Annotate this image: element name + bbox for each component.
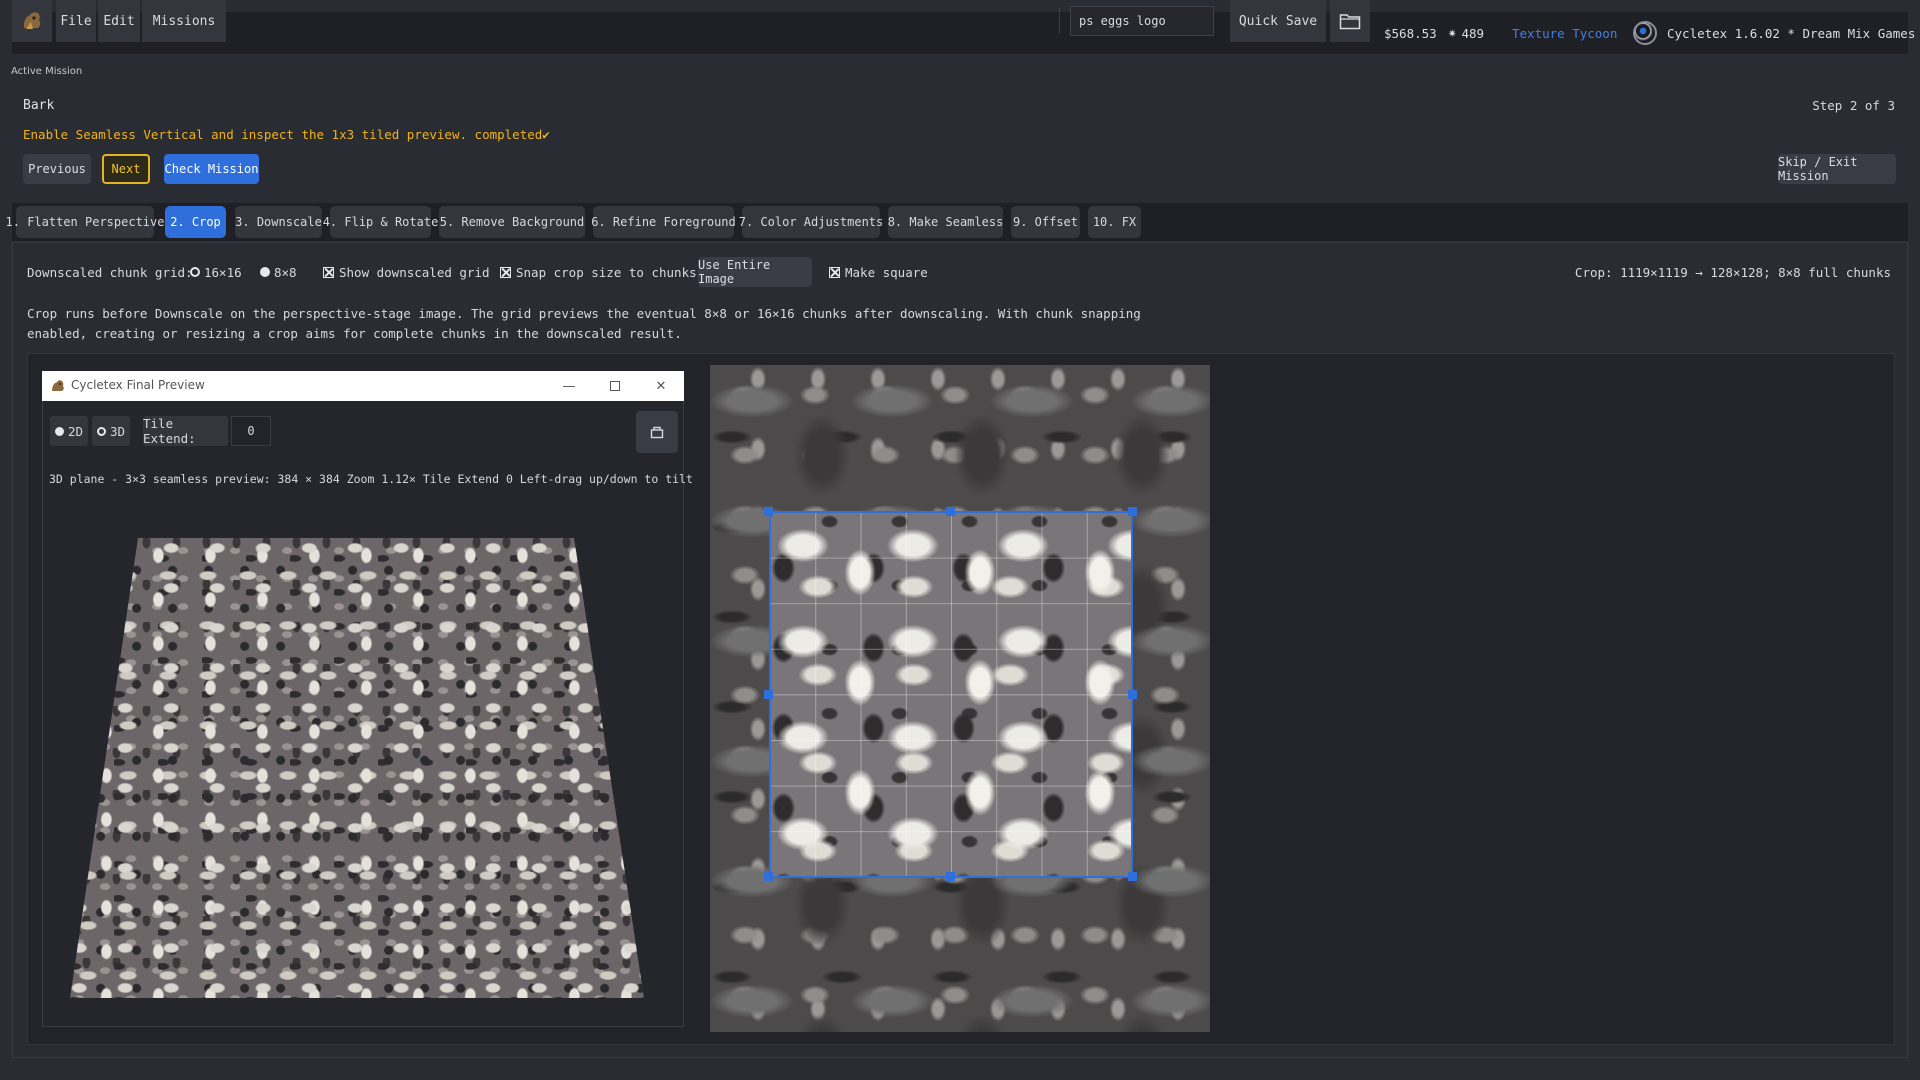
active-mission-label: Active Mission <box>11 66 83 77</box>
crop-handle-top-left[interactable] <box>764 507 773 516</box>
grid-8-radio[interactable]: 8×8 <box>260 264 297 280</box>
mode-3d-radio[interactable]: 3D <box>92 416 130 446</box>
version-text: Cycletex 1.6.02 * Dream Mix Games <box>1667 25 1916 41</box>
crop-description-line-2: enabled, creating or resizing a crop aim… <box>27 326 682 341</box>
crop-handle-left[interactable] <box>764 690 773 699</box>
texture-tycoon-link[interactable]: Texture Tycoon <box>1512 12 1617 54</box>
make-square-label: Make square <box>845 264 928 280</box>
gem-icon: ✷ <box>1448 25 1457 41</box>
check-mission-button[interactable]: Check Mission <box>164 154 259 184</box>
checkbox-checked <box>829 266 840 278</box>
radio-indicator <box>190 267 200 277</box>
snap-crop-label: Snap crop size to chunks <box>516 264 697 280</box>
quick-save-button[interactable]: Quick Save <box>1230 0 1326 42</box>
crop-info: Crop: 1119×1119 → 128×128; 8×8 full chun… <box>1574 265 1891 280</box>
crop-handle-bottom-right[interactable] <box>1128 872 1137 881</box>
menu-edit[interactable]: Edit <box>98 0 140 42</box>
gems-count: 489 <box>1461 25 1485 41</box>
make-square-checkbox[interactable]: Make square <box>829 264 928 280</box>
mode-2d-radio[interactable]: 2D <box>50 416 88 446</box>
open-folder-button[interactable] <box>1330 0 1370 42</box>
tab-fx[interactable]: 10. FX <box>1088 206 1141 238</box>
crop-handle-bottom[interactable] <box>946 872 955 881</box>
grid-16-radio[interactable]: 16×16 <box>190 264 242 280</box>
reset-view-button[interactable] <box>636 411 678 453</box>
preview-app-icon <box>50 378 66 394</box>
menu-missions[interactable]: Missions <box>142 0 226 42</box>
search-input[interactable] <box>1070 6 1214 36</box>
preview-status: 3D plane - 3×3 seamless preview: 384 × 3… <box>49 472 693 486</box>
tab-refine-foreground[interactable]: 6. Refine Foreground <box>591 206 736 238</box>
tab-color-adjustments[interactable]: 7. Color Adjustments <box>739 206 883 238</box>
top-bar <box>12 12 1908 54</box>
crop-selection-box[interactable] <box>769 511 1133 878</box>
crop-handle-top-right[interactable] <box>1128 507 1137 516</box>
money-display: $568.53 <box>1384 25 1437 41</box>
tab-downscale[interactable]: 3. Downscale <box>235 206 322 238</box>
maximize-icon <box>610 381 620 391</box>
mission-step: Step 2 of 3 <box>1812 98 1895 113</box>
radio-indicator-selected <box>260 267 270 277</box>
menu-file[interactable]: File <box>56 0 96 42</box>
grid-8-label: 8×8 <box>274 264 297 280</box>
app-logo-icon <box>23 12 41 29</box>
grid-16-label: 16×16 <box>204 264 242 280</box>
version-info: Cycletex 1.6.02 * Dream Mix Games <box>1633 12 1915 54</box>
minimize-button[interactable]: — <box>546 371 592 401</box>
show-grid-label: Show downscaled grid <box>339 264 490 280</box>
skip-exit-mission-button[interactable]: Skip / Exit Mission <box>1778 154 1896 184</box>
tile-extend-input[interactable] <box>231 416 271 446</box>
folder-icon <box>1339 14 1361 30</box>
radio-indicator-selected <box>54 426 64 436</box>
minimize-icon: — <box>562 378 576 394</box>
reset-view-icon <box>650 426 664 439</box>
preview-window-title: Cycletex Final Preview <box>71 378 205 392</box>
next-button[interactable]: Next <box>102 154 150 184</box>
mission-name: Bark <box>23 98 55 113</box>
maximize-button[interactable] <box>592 371 638 401</box>
use-entire-image-button[interactable]: Use Entire Image <box>698 257 812 287</box>
mission-instruction: Enable Seamless Vertical and inspect the… <box>23 127 550 142</box>
checkbox-checked <box>500 266 511 278</box>
crop-handle-right[interactable] <box>1128 690 1137 699</box>
tab-make-seamless[interactable]: 8. Make Seamless <box>888 206 1003 238</box>
gems-display: ✷ 489 <box>1448 12 1484 54</box>
toolbar-divider <box>1059 8 1060 34</box>
radio-indicator <box>96 426 106 436</box>
tab-flatten-perspective[interactable]: 1. Flatten Perspective <box>6 206 164 238</box>
snap-crop-checkbox[interactable]: Snap crop size to chunks <box>500 264 697 280</box>
checkbox-checked <box>323 266 334 278</box>
tab-flip-rotate[interactable]: 4. Flip & Rotate <box>323 206 438 238</box>
crop-handle-top[interactable] <box>946 507 955 516</box>
show-grid-checkbox[interactable]: Show downscaled grid <box>323 264 490 280</box>
app-logo-button[interactable] <box>12 0 52 42</box>
crop-handle-bottom-left[interactable] <box>764 872 773 881</box>
dream-mix-logo-icon <box>1633 21 1657 45</box>
previous-button[interactable]: Previous <box>23 154 91 184</box>
chunk-grid-label: Downscaled chunk grid: <box>27 264 193 280</box>
close-icon: ✕ <box>655 378 667 394</box>
tab-remove-background[interactable]: 5. Remove Background <box>439 206 585 238</box>
tab-offset[interactable]: 9. Offset <box>1011 206 1080 238</box>
tab-crop[interactable]: 2. Crop <box>165 206 226 238</box>
3d-tiled-plane-preview[interactable] <box>70 538 644 998</box>
close-button[interactable]: ✕ <box>638 371 684 401</box>
mode-3d-label: 3D <box>109 423 126 439</box>
crop-description-line-1: Crop runs before Downscale on the perspe… <box>27 306 1141 321</box>
tile-extend-label: Tile Extend: <box>143 416 228 446</box>
mode-2d-label: 2D <box>67 423 84 439</box>
